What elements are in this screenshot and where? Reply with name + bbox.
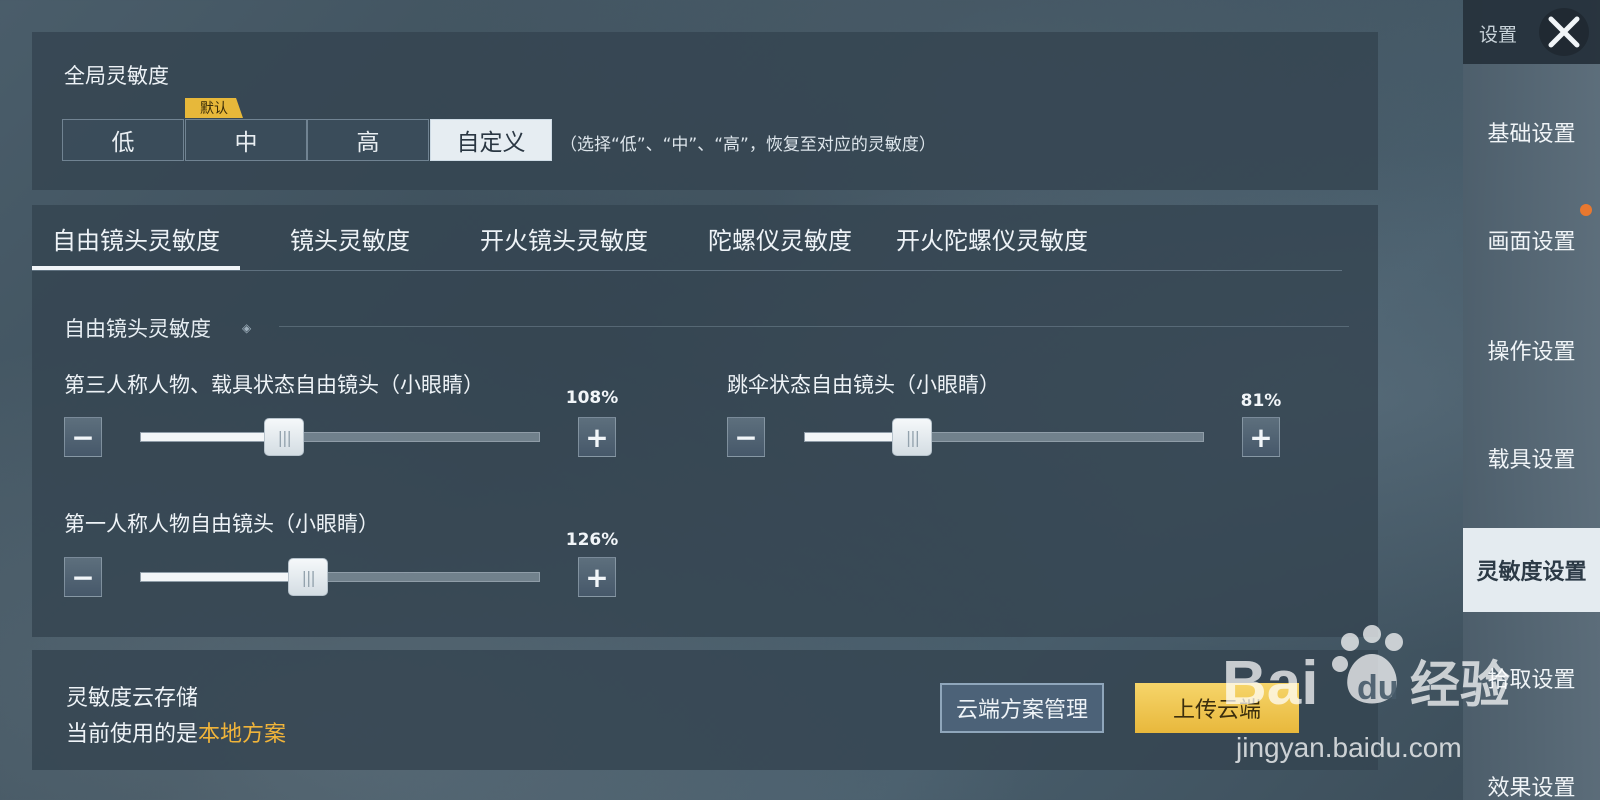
section-title: 自由镜头灵敏度 bbox=[64, 317, 211, 341]
section-diamond-icon: ◈ bbox=[242, 321, 252, 335]
cloud-storage-panel: 灵敏度云存储 当前使用的是本地方案 云端方案管理 上传云端 bbox=[32, 650, 1378, 770]
section-divider bbox=[279, 326, 1349, 327]
sensitivity-high-button[interactable]: 高 bbox=[307, 119, 429, 161]
slider-parachute-value: 81% bbox=[1240, 391, 1282, 411]
sensitivity-custom-button[interactable]: 自定义 bbox=[430, 119, 552, 161]
slider-third-person-track[interactable]: ||| bbox=[140, 418, 540, 456]
cloud-current-value: 本地方案 bbox=[198, 722, 287, 747]
sidebar-item-vehicle[interactable]: 载具设置 bbox=[1463, 416, 1600, 500]
slider-third-person-plus-button[interactable]: + bbox=[578, 417, 616, 457]
sidebar-item-controls[interactable]: 操作设置 bbox=[1463, 308, 1600, 392]
slider-first-person-minus-button[interactable]: − bbox=[64, 557, 102, 597]
tab-free-camera[interactable]: 自由镜头灵敏度 bbox=[32, 221, 240, 270]
slider-fill bbox=[141, 433, 285, 441]
slider-third-person-minus-button[interactable]: − bbox=[64, 417, 102, 457]
slider-parachute-thumb[interactable]: ||| bbox=[892, 418, 933, 456]
sidebar-item-sensitivity[interactable]: 灵敏度设置 bbox=[1463, 528, 1600, 612]
global-sensitivity-panel: 全局灵敏度 默认 低 中 高 自定义 （选择“低”、“中”、“高”，恢复至对应的… bbox=[32, 32, 1378, 190]
tab-fire-gyroscope[interactable]: 开火陀螺仪灵敏度 bbox=[896, 221, 1088, 256]
default-badge: 默认 bbox=[185, 98, 243, 118]
plus-icon: + bbox=[585, 560, 609, 594]
sensitivity-main-panel: 自由镜头灵敏度 镜头灵敏度 开火镜头灵敏度 陀螺仪灵敏度 开火陀螺仪灵敏度 自由… bbox=[32, 205, 1378, 637]
slider-fill bbox=[141, 573, 309, 581]
slider-third-person-value: 108% bbox=[565, 388, 619, 408]
slider-third-person-thumb[interactable]: ||| bbox=[264, 418, 305, 456]
tab-fire-camera[interactable]: 开火镜头灵敏度 bbox=[480, 221, 648, 256]
slider-parachute-label: 跳伞状态自由镜头（小眼睛） bbox=[727, 373, 1000, 397]
minus-icon: − bbox=[71, 560, 95, 594]
slider-third-person-label: 第三人称人物、载具状态自由镜头（小眼睛） bbox=[64, 373, 484, 397]
svg-text:经验: 经验 bbox=[1410, 656, 1510, 714]
notification-dot bbox=[1580, 204, 1592, 216]
slider-first-person-thumb[interactable]: ||| bbox=[288, 558, 329, 596]
watermark-url: jingyan.baidu.com bbox=[1236, 732, 1462, 763]
cloud-current-prefix: 当前使用的是 bbox=[66, 722, 199, 747]
minus-icon: − bbox=[734, 420, 758, 454]
cloud-current-scheme: 当前使用的是本地方案 bbox=[66, 716, 286, 748]
sensitivity-tabs: 自由镜头灵敏度 镜头灵敏度 开火镜头灵敏度 陀螺仪灵敏度 开火陀螺仪灵敏度 bbox=[32, 205, 1342, 271]
slider-parachute-plus-button[interactable]: + bbox=[1242, 417, 1280, 457]
sidebar-item-basic[interactable]: 基础设置 bbox=[1463, 90, 1600, 174]
tab-gyroscope[interactable]: 陀螺仪灵敏度 bbox=[708, 221, 852, 256]
grip-icon: ||| bbox=[905, 427, 920, 447]
slider-first-person-plus-button[interactable]: + bbox=[578, 557, 616, 597]
minus-icon: − bbox=[71, 420, 95, 454]
plus-icon: + bbox=[1249, 420, 1273, 454]
slider-parachute-minus-button[interactable]: − bbox=[727, 417, 765, 457]
tab-camera[interactable]: 镜头灵敏度 bbox=[290, 221, 410, 256]
slider-first-person-track[interactable]: ||| bbox=[140, 558, 540, 596]
sensitivity-low-button[interactable]: 低 bbox=[62, 119, 184, 161]
global-sensitivity-title: 全局灵敏度 bbox=[64, 64, 169, 88]
sensitivity-mid-button[interactable]: 中 bbox=[185, 119, 307, 161]
grip-icon: ||| bbox=[301, 567, 316, 587]
slider-first-person-value: 126% bbox=[565, 530, 619, 550]
grip-icon: ||| bbox=[277, 427, 292, 447]
slider-parachute-track[interactable]: ||| bbox=[804, 418, 1204, 456]
settings-title: 设置 bbox=[1479, 24, 1518, 46]
cloud-manage-button[interactable]: 云端方案管理 bbox=[940, 683, 1104, 733]
svg-text:Bai: Bai bbox=[1222, 649, 1318, 718]
close-button[interactable] bbox=[1539, 8, 1589, 56]
global-hint-text: （选择“低”、“中”、“高”，恢复至对应的灵敏度） bbox=[560, 135, 936, 155]
cloud-storage-title: 灵敏度云存储 bbox=[66, 686, 199, 711]
svg-text:du: du bbox=[1357, 669, 1399, 707]
sidebar-header: 设置 bbox=[1463, 0, 1600, 64]
close-icon bbox=[1548, 16, 1580, 48]
slider-first-person-label: 第一人称人物自由镜头（小眼睛） bbox=[64, 512, 379, 536]
plus-icon: + bbox=[585, 420, 609, 454]
